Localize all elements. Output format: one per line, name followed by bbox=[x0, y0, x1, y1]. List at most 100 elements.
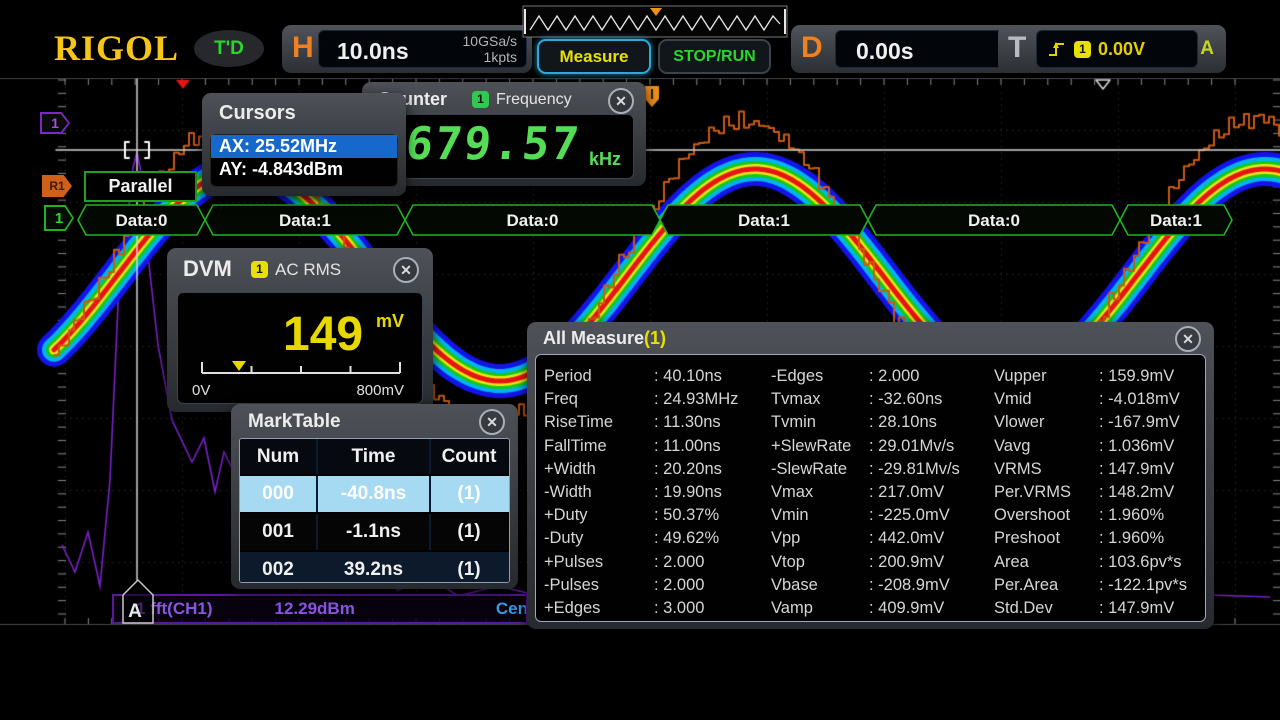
measurement-value: : 11.30ns bbox=[654, 413, 721, 436]
cursor-ay-readout: AY: -4.843dBm bbox=[211, 158, 397, 181]
cursor-a-marker[interactable]: A bbox=[120, 578, 156, 631]
oscilloscope-screen: RIGOL T'D H 10.0ns 10GSa/s 1kpts Measure… bbox=[0, 0, 1280, 720]
measurement-item: Vlower: -167.9mV bbox=[994, 413, 1220, 436]
marktable-close-button[interactable]: ✕ bbox=[479, 409, 505, 435]
marktable-rows: 000-40.8ns(1)001-1.1ns(1)00239.2ns(1) bbox=[240, 474, 509, 583]
measurement-value: : 147.9mV bbox=[1099, 460, 1174, 483]
marktable-cell: -1.1ns bbox=[316, 514, 431, 550]
measurement-item: Area: 103.6pv*s bbox=[994, 553, 1220, 576]
measurement-label: Tvmax bbox=[771, 390, 869, 413]
dvm-scale-pointer bbox=[232, 361, 246, 371]
measure-column-3: Vupper: 159.9mVVmid: -4.018mVVlower: -16… bbox=[994, 367, 1220, 622]
trigger-label: T bbox=[1008, 31, 1026, 65]
bus-decode-svg: Data:0Data:1Data:0Data:1Data:0Data:1 bbox=[0, 203, 1280, 237]
measurement-item: Overshoot: 1.960% bbox=[994, 506, 1220, 529]
math-channel-tag[interactable]: 1 bbox=[40, 112, 70, 134]
marktable-col-time: Time bbox=[316, 439, 431, 474]
measurement-value: : -225.0mV bbox=[869, 506, 950, 529]
cursor-a-label: A bbox=[128, 601, 142, 622]
measurement-item: Per.VRMS: 148.2mV bbox=[994, 483, 1220, 506]
measurement-label: VRMS bbox=[994, 460, 1099, 483]
measurement-value: : 28.10ns bbox=[869, 413, 937, 436]
measurement-label: Vmid bbox=[994, 390, 1099, 413]
all-measure-close-button[interactable]: ✕ bbox=[1175, 326, 1201, 352]
measurement-label: Per.VRMS bbox=[994, 483, 1099, 506]
measurement-item: Freq: 24.93MHz bbox=[544, 390, 770, 413]
measurement-item: Vupper: 159.9mV bbox=[994, 367, 1220, 390]
marktable-cell: (1) bbox=[431, 552, 507, 583]
measurement-item: RiseTime: 11.30ns bbox=[544, 413, 770, 436]
marktable-col-count: Count bbox=[431, 439, 507, 474]
measurement-item: +SlewRate: 29.01Mv/s bbox=[771, 437, 997, 460]
measurement-value: : 217.0mV bbox=[869, 483, 944, 506]
measure-button[interactable]: Measure bbox=[537, 39, 651, 74]
bus-segment-label: Data:0 bbox=[507, 211, 559, 230]
counter-close-button[interactable]: ✕ bbox=[608, 88, 634, 114]
measurement-value: : 148.2mV bbox=[1099, 483, 1174, 506]
measurement-value: : 103.6pv*s bbox=[1099, 553, 1182, 576]
measurement-item: -Edges: 2.000 bbox=[771, 367, 997, 390]
measurement-value: : 2.000 bbox=[654, 576, 704, 599]
all-measure-panel: All Measure(1) ✕ Period: 40.10nsFreq: 24… bbox=[527, 322, 1214, 629]
marktable-row[interactable]: 00239.2ns(1) bbox=[240, 550, 509, 583]
counter-unit: kHz bbox=[589, 149, 621, 170]
waveform-preview-strip[interactable] bbox=[522, 5, 788, 38]
measurement-item: +Edges: 3.000 bbox=[544, 599, 770, 622]
measurement-item: +Duty: 50.37% bbox=[544, 506, 770, 529]
measurement-value: : 49.62% bbox=[654, 529, 719, 552]
trigger-block[interactable]: T 1 0.00V A bbox=[998, 25, 1226, 73]
measurement-value: : -208.9mV bbox=[869, 576, 950, 599]
measurement-item: Per.Area: -122.1pv*s bbox=[994, 576, 1220, 599]
dvm-unit: mV bbox=[376, 311, 404, 332]
measurement-label: RiseTime bbox=[544, 413, 654, 436]
bottom-bar: 1200mVΩ+392mV2500mV-820mV3100mV-244mV450… bbox=[0, 640, 1280, 720]
bus-segment-label: Data:1 bbox=[1150, 211, 1202, 230]
measurement-label: +Width bbox=[544, 460, 654, 483]
measurement-value: : 2.000 bbox=[869, 367, 919, 390]
marktable-cell: 39.2ns bbox=[316, 552, 431, 583]
measurement-value: : -4.018mV bbox=[1099, 390, 1180, 413]
dvm-close-button[interactable]: ✕ bbox=[393, 257, 419, 283]
measurement-label: Vmin bbox=[771, 506, 869, 529]
measurement-value: : 1.960% bbox=[1099, 506, 1164, 529]
measurement-value: : 11.00ns bbox=[654, 437, 721, 460]
fft-label-bar: 1 fft(CH1) 12.29dBm Cen bbox=[112, 594, 528, 624]
measurement-item: Vpp: 442.0mV bbox=[771, 529, 997, 552]
sample-rate: 10GSa/s bbox=[463, 33, 517, 49]
bus-segment-label: Data:1 bbox=[738, 211, 790, 230]
measurement-label: Area bbox=[994, 553, 1099, 576]
marktable-row[interactable]: 001-1.1ns(1) bbox=[240, 512, 509, 550]
dvm-source-badge: 1 bbox=[251, 261, 268, 278]
measurement-item: Vavg: 1.036mV bbox=[994, 437, 1220, 460]
measurement-label: FallTime bbox=[544, 437, 654, 460]
measurement-label: Vmax bbox=[771, 483, 869, 506]
reference-tag[interactable]: R1 bbox=[42, 175, 72, 197]
measurement-label: Tvmin bbox=[771, 413, 869, 436]
measurement-value: : 19.90ns bbox=[654, 483, 722, 506]
trigger-edge-icon bbox=[1047, 39, 1067, 59]
all-measure-count: (1) bbox=[644, 328, 666, 348]
measurement-label: Per.Area bbox=[994, 576, 1099, 599]
measurement-value: : 29.01Mv/s bbox=[869, 437, 954, 460]
measurement-item: -Duty: 49.62% bbox=[544, 529, 770, 552]
measurement-label: Vbase bbox=[771, 576, 869, 599]
measurement-item: Period: 40.10ns bbox=[544, 367, 770, 390]
marktable-row[interactable]: 000-40.8ns(1) bbox=[240, 474, 509, 512]
cursors-panel: Cursors AX: 25.52MHz AY: -4.843dBm bbox=[202, 93, 406, 196]
measure-column-2: -Edges: 2.000Tvmax: -32.60nsTvmin: 28.10… bbox=[771, 367, 997, 622]
all-measure-title: All Measure(1) bbox=[543, 328, 666, 349]
measurement-value: : 409.9mV bbox=[869, 599, 944, 622]
marktable-cell: -40.8ns bbox=[316, 476, 431, 512]
dvm-title: DVM bbox=[183, 256, 232, 282]
measurement-label: +Duty bbox=[544, 506, 654, 529]
measurement-value: : 147.9mV bbox=[1099, 599, 1174, 622]
measurement-label: Vlower bbox=[994, 413, 1099, 436]
memory-depth: 1kpts bbox=[484, 49, 517, 65]
measurement-item: Vmin: -225.0mV bbox=[771, 506, 997, 529]
stop-run-button[interactable]: STOP/RUN bbox=[658, 39, 771, 74]
measurement-item: Vtop: 200.9mV bbox=[771, 553, 997, 576]
measurement-value: : -122.1pv*s bbox=[1099, 576, 1187, 599]
horizontal-block[interactable]: H 10.0ns 10GSa/s 1kpts bbox=[282, 25, 532, 73]
measurement-item: Vbase: -208.9mV bbox=[771, 576, 997, 599]
trigger-mode: A bbox=[1200, 38, 1214, 60]
